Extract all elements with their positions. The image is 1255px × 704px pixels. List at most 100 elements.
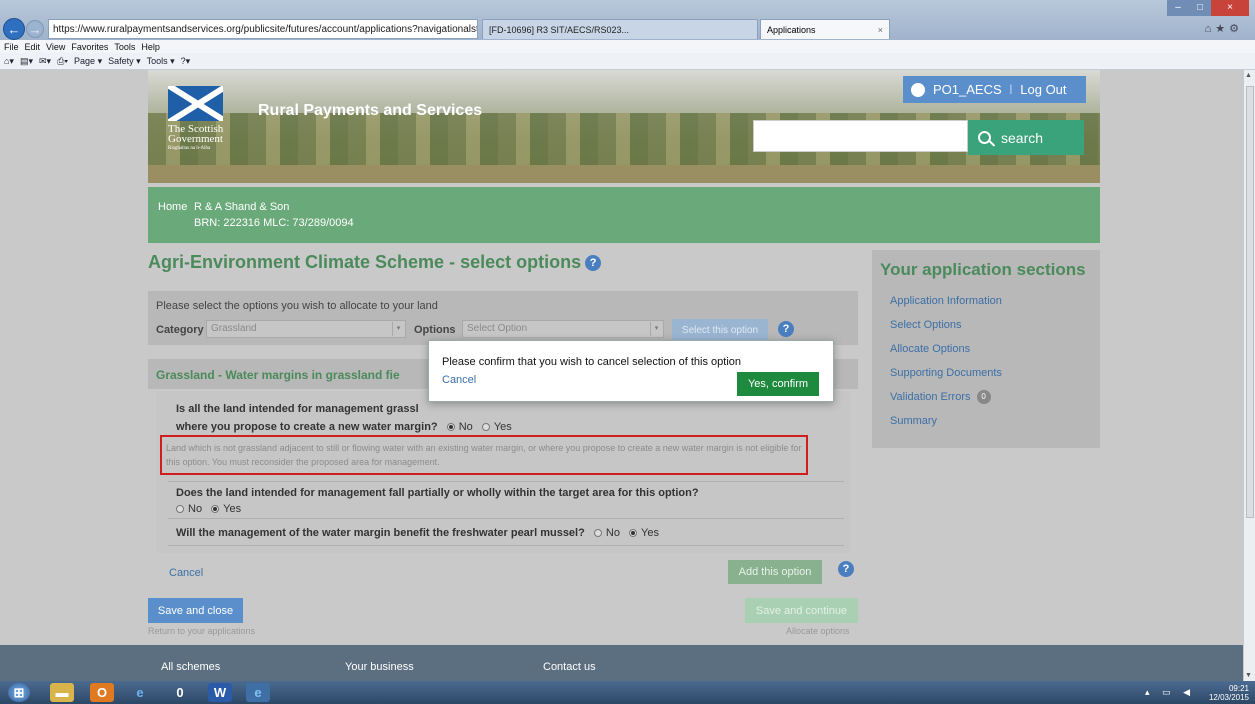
explorer-icon[interactable]: ▬ [50, 683, 74, 702]
feeds-icon[interactable]: ▤▾ [20, 56, 33, 67]
page-menu[interactable]: Page ▾ [74, 56, 102, 67]
maximize-button[interactable]: □ [1189, 0, 1211, 16]
saltire-icon [168, 86, 223, 121]
settings-gear-icon[interactable]: ⚙ [1229, 23, 1243, 35]
username: PO1_AECS [933, 82, 1002, 97]
option-selector-panel: Please select the options you wish to al… [148, 291, 858, 345]
window-controls: – □ × [1167, 0, 1249, 16]
question-1: Is all the land intended for management … [176, 403, 419, 415]
select-option-button[interactable]: Select this option [672, 319, 768, 341]
command-bar: ⌂▾ ▤▾ ✉▾ ⎙▾ Page ▾ Safety ▾ Tools ▾ ?▾ [0, 53, 1255, 70]
q3-no-label: No [605, 527, 620, 539]
sidebar-item-summary[interactable]: Summary [890, 415, 937, 427]
internet-explorer-icon[interactable]: e [128, 683, 152, 702]
site-header: The Scottish Government Riaghaltas na h-… [148, 70, 1100, 183]
q1-no-radio[interactable] [446, 423, 455, 432]
application-sections-panel: Your application sections Application In… [872, 250, 1100, 448]
internet-explorer-active-icon[interactable]: e [246, 683, 270, 702]
outlook-icon[interactable]: O [90, 683, 114, 702]
menu-view[interactable]: View [46, 42, 65, 52]
menu-edit[interactable]: Edit [25, 42, 41, 52]
tab-jira[interactable]: [FD-10696] R3 SIT/AECS/RS023... [482, 19, 758, 39]
scrollbar-thumb[interactable] [1246, 86, 1254, 518]
sidebar-item-supporting-documents[interactable]: Supporting Documents [890, 367, 1002, 379]
category-label: Category [156, 324, 204, 336]
yes-confirm-button[interactable]: Yes, confirm [737, 372, 819, 396]
search-button[interactable]: search [968, 120, 1084, 155]
q3-no-radio[interactable] [593, 529, 602, 538]
mail-icon[interactable]: ✉▾ [39, 56, 51, 67]
address-text: https://www.ruralpaymentsandservices.org… [53, 23, 477, 35]
app-icon[interactable]: 0 [168, 683, 192, 702]
q2-yes-radio[interactable] [211, 505, 220, 514]
close-window-button[interactable]: × [1211, 0, 1249, 16]
sidebar-item-application-information[interactable]: Application Information [890, 295, 1002, 307]
menu-help[interactable]: Help [141, 42, 160, 52]
footer-link-all-schemes[interactable]: All schemes [161, 661, 220, 673]
options-select[interactable]: Select Option ▾ [462, 320, 664, 338]
sidebar-item-allocate-options[interactable]: Allocate Options [890, 343, 970, 355]
help-icon[interactable]: ?▾ [181, 56, 191, 67]
help-icon[interactable]: ? [838, 561, 854, 577]
system-tray-icons[interactable]: ▴ ▭ ◀ [1145, 687, 1195, 698]
clock[interactable]: 09:21 12/03/2015 [1209, 684, 1249, 702]
business-reference: BRN: 222316 MLC: 73/289/0094 [194, 217, 354, 229]
q2-no-label: No [188, 503, 203, 515]
chevron-down-icon: ▾ [392, 322, 404, 336]
question-2: Does the land intended for management fa… [176, 487, 699, 499]
search-label: search [1001, 129, 1044, 146]
sidebar-item-validation-errors[interactable]: Validation Errors 0 [890, 390, 991, 404]
home-icon[interactable]: ⌂ [1205, 23, 1216, 35]
footer-link-contact-us[interactable]: Contact us [543, 661, 596, 673]
site-title: Rural Payments and Services [258, 102, 483, 119]
print-icon[interactable]: ⎙▾ [57, 56, 68, 67]
tab-label: Applications [767, 24, 816, 35]
question-3: Will the management of the water margin … [176, 527, 659, 539]
menu-file[interactable]: File [4, 42, 19, 52]
close-tab-icon[interactable]: × [872, 25, 883, 35]
forward-button[interactable]: → [26, 20, 44, 38]
save-and-close-button[interactable]: Save and close [148, 598, 243, 623]
cancel-option-link[interactable]: Cancel [169, 567, 203, 579]
save-and-continue-button[interactable]: Save and continue [745, 598, 858, 623]
category-value: Grassland [211, 323, 257, 334]
minimize-button[interactable]: – [1167, 0, 1189, 16]
dialog-cancel-link[interactable]: Cancel [442, 374, 476, 386]
q2-no-radio[interactable] [176, 505, 184, 514]
page-title-text: Agri-Environment Climate Scheme - select… [148, 252, 582, 272]
category-select[interactable]: Grassland ▾ [206, 320, 406, 338]
word-icon[interactable]: W [208, 683, 232, 702]
scroll-down-icon[interactable]: ▼ [1245, 672, 1252, 679]
start-button[interactable]: ⊞ [8, 683, 30, 702]
q1-yes-radio[interactable] [481, 423, 490, 432]
home-link[interactable]: Home [158, 201, 187, 213]
sidebar-item-select-options[interactable]: Select Options [890, 319, 962, 331]
menu-bar: File Edit View Favorites Tools Help [0, 40, 1255, 53]
q1-yes-label: Yes [493, 421, 512, 433]
sections-title: Your application sections [880, 260, 1086, 279]
option-detail-body: Is all the land intended for management … [156, 391, 850, 553]
add-option-button[interactable]: Add this option [728, 560, 822, 584]
safety-menu[interactable]: Safety ▾ [108, 56, 141, 67]
favorites-star-icon[interactable]: ★ [1215, 23, 1229, 35]
options-placeholder: Select Option [467, 323, 528, 334]
help-icon[interactable]: ? [585, 254, 602, 271]
menu-favorites[interactable]: Favorites [71, 42, 108, 52]
tab-applications[interactable]: Applications × [760, 19, 890, 39]
q3-yes-radio[interactable] [629, 529, 638, 538]
eligibility-warning: Land which is not grassland adjacent to … [160, 435, 808, 475]
home-icon[interactable]: ⌂▾ [4, 56, 14, 67]
vertical-scrollbar[interactable]: ▲ ▼ [1243, 70, 1255, 681]
scroll-up-icon[interactable]: ▲ [1245, 72, 1252, 79]
logout-link[interactable]: Log Out [1020, 82, 1066, 97]
search-icon [978, 131, 991, 144]
footer-link-your-business[interactable]: Your business [345, 661, 414, 673]
menu-tools[interactable]: Tools [114, 42, 135, 52]
scottish-government-logo[interactable]: The Scottish Government Riaghaltas na h-… [168, 86, 230, 154]
count-badge: 0 [976, 390, 991, 404]
help-icon[interactable]: ? [778, 321, 794, 337]
address-bar[interactable]: https://www.ruralpaymentsandservices.org… [48, 19, 478, 39]
tools-menu[interactable]: Tools ▾ [147, 56, 175, 67]
back-button[interactable]: ← [3, 18, 25, 40]
search-input[interactable] [753, 120, 968, 152]
